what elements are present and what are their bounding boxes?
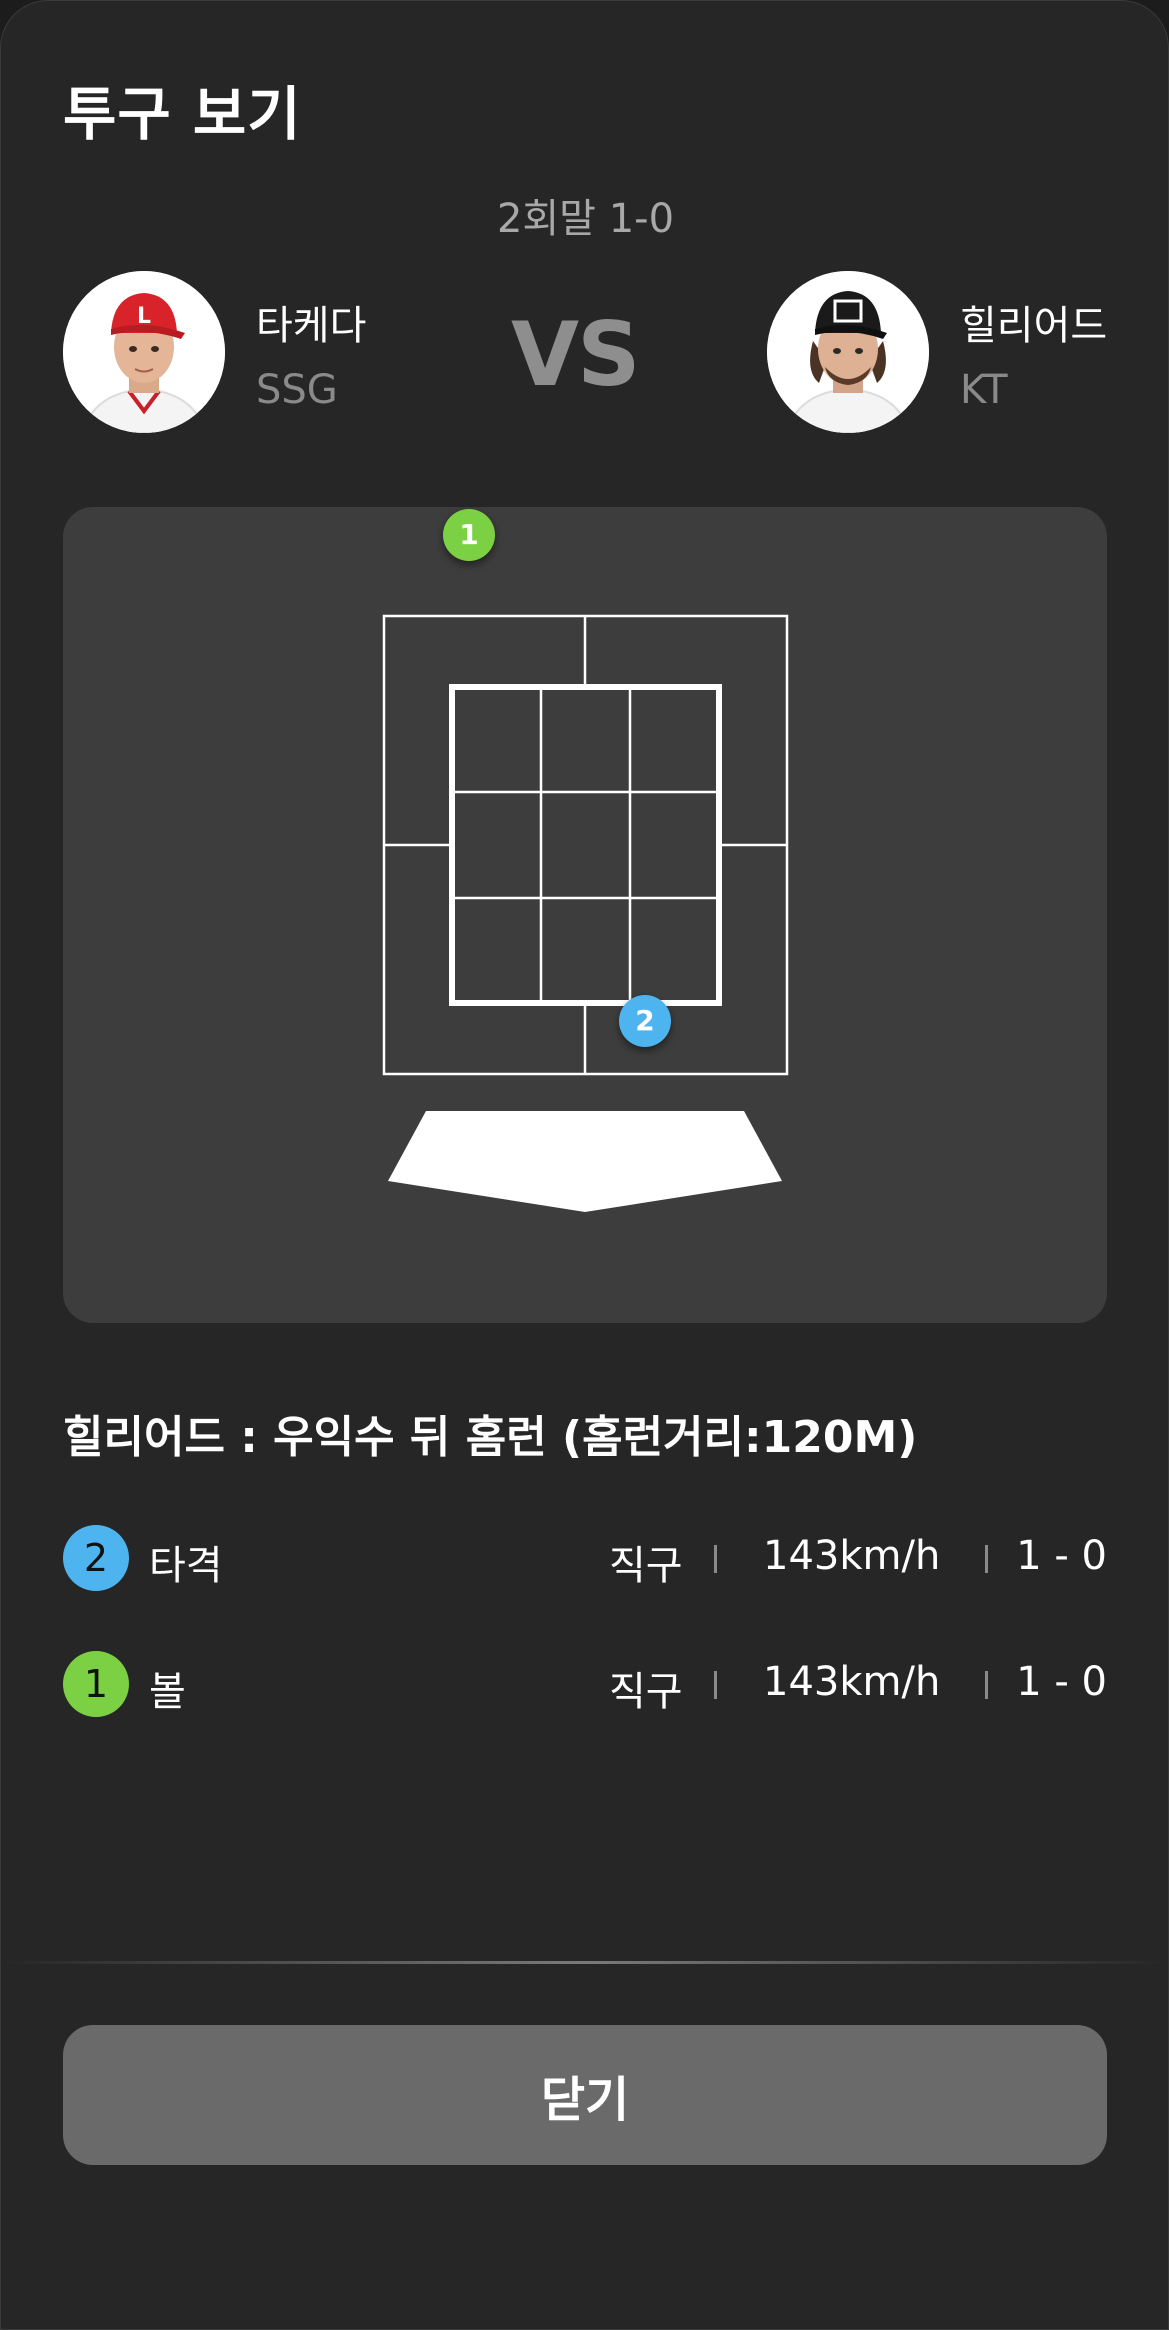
- batter-avatar: [767, 271, 929, 433]
- vs-label: VS: [511, 303, 640, 406]
- pitch-view-sheet: 투구 보기 2회말 1-0 L 타케다 SSG VS 힐리어드 KT 1 2 힐…: [0, 0, 1169, 2330]
- pitch-marker-number: 1: [459, 518, 479, 551]
- pitch-result-label: 볼: [149, 1669, 186, 1715]
- pitch-marker-1[interactable]: 1: [443, 509, 495, 561]
- pitch-marker-number: 2: [635, 1004, 655, 1037]
- batter-team: KT: [960, 367, 1008, 413]
- separator: [714, 1545, 717, 1573]
- pitch-list-item[interactable]: 1 볼 직구 143km/h 1 - 0: [63, 1651, 1107, 1719]
- pitcher-avatar: L: [63, 271, 225, 433]
- pitch-number-badge: 1: [63, 1651, 129, 1717]
- strike-zone-graphic: [382, 614, 789, 1212]
- separator: [714, 1671, 717, 1699]
- home-plate-shape: [388, 1111, 782, 1212]
- pitch-marker-2[interactable]: 2: [619, 995, 671, 1047]
- separator: [985, 1545, 988, 1573]
- batter-name: 힐리어드: [960, 303, 1108, 349]
- batter-photo-icon: [767, 271, 929, 433]
- separator: [985, 1671, 988, 1699]
- pitch-speed: 143km/h: [763, 1533, 941, 1579]
- pitch-type: 직구: [609, 1543, 683, 1589]
- pitch-speed: 143km/h: [763, 1659, 941, 1705]
- pitcher-photo-icon: L: [63, 271, 225, 433]
- pitch-count: 1 - 0: [1016, 1659, 1107, 1705]
- pitch-list-item[interactable]: 2 타격 직구 143km/h 1 - 0: [63, 1525, 1107, 1593]
- strike-zone-panel: 1 2: [63, 507, 1107, 1323]
- pitcher-team: SSG: [256, 367, 338, 413]
- inning-score: 2회말 1-0: [496, 196, 675, 242]
- at-bat-result: 힐리어드 : 우익수 뒤 홈런 (홈런거리:120M): [63, 1412, 918, 1463]
- pitch-type: 직구: [609, 1669, 683, 1715]
- pitch-count: 1 - 0: [1016, 1533, 1107, 1579]
- svg-text:L: L: [137, 304, 151, 329]
- pitch-number-badge: 2: [63, 1525, 129, 1591]
- page-title: 투구 보기: [63, 80, 302, 148]
- footer-divider: [1, 1961, 1168, 1964]
- pitcher-name: 타케다: [256, 303, 367, 349]
- close-button[interactable]: 닫기: [63, 2025, 1107, 2165]
- pitch-result-label: 타격: [149, 1543, 223, 1589]
